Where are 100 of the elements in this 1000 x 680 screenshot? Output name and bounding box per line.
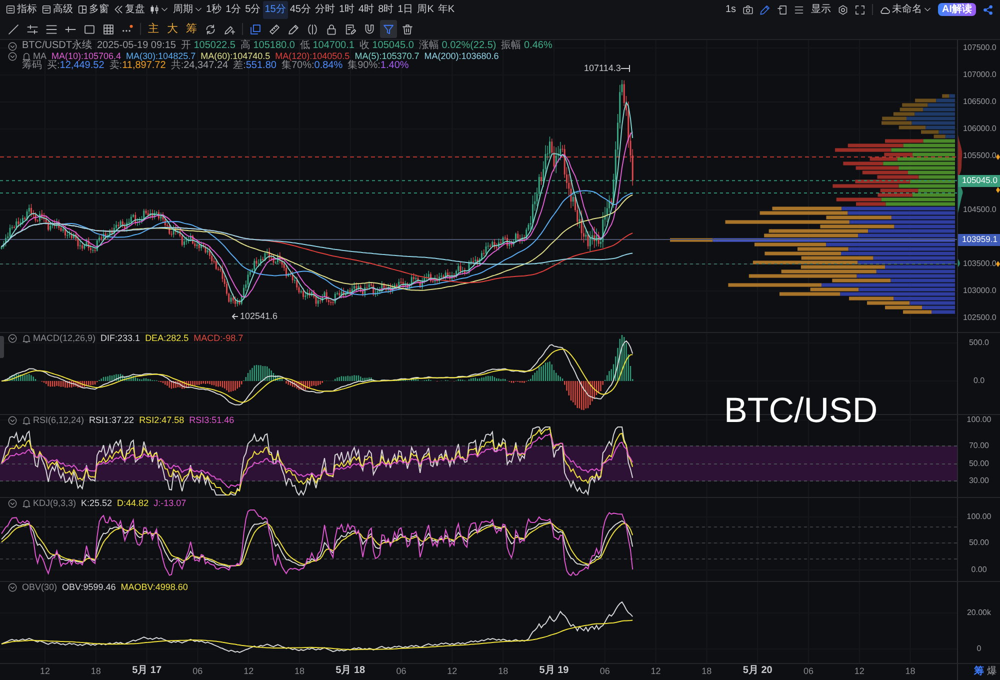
- indicator-value: D:44.82: [117, 498, 149, 508]
- time-label: 18: [294, 665, 304, 677]
- panel-icon: [6, 5, 15, 14]
- pencil-icon[interactable]: [760, 4, 770, 14]
- time-label: 5月 17: [132, 665, 162, 677]
- axis-label: 70.00: [968, 441, 990, 451]
- caret-icon: [161, 6, 168, 13]
- menu-button[interactable]: 指标: [6, 1, 37, 18]
- ma-value: MA(30):104825.7: [126, 51, 196, 61]
- note-edit-icon: [345, 24, 356, 34]
- ohlc-field: 低 104700.1: [300, 41, 354, 51]
- time-label: 18: [90, 665, 101, 677]
- chart-toggle[interactable]: 爆: [987, 666, 997, 678]
- time-label: 5月 18: [336, 665, 366, 677]
- dropdown-button[interactable]: 周期: [173, 1, 202, 18]
- price-tick: 105500.0: [963, 151, 996, 161]
- indicator-value: OBV:9599.46: [62, 582, 116, 592]
- bell-icon[interactable]: [22, 52, 31, 60]
- menu-button[interactable]: 复盘: [114, 1, 145, 18]
- ai-button[interactable]: AI解读: [938, 3, 976, 16]
- ohlc-field: 收 105045.0: [359, 41, 414, 51]
- double-chevron-icon: [114, 5, 123, 14]
- ohlc-field: 开 105022.5: [180, 41, 236, 51]
- collapse-icon[interactable]: [8, 582, 17, 592]
- rectangle-icon[interactable]: [84, 24, 95, 34]
- price-tick: 103500.0: [963, 259, 996, 269]
- indicator-title: KDJ(9,3,3): [33, 498, 76, 508]
- fullscreen-icon[interactable]: [855, 4, 865, 14]
- refresh-icon[interactable]: [205, 24, 216, 34]
- trash-icon: [402, 24, 413, 34]
- bar-time: 2025-05-19 09:15: [97, 41, 176, 51]
- pen-plus-icon[interactable]: [224, 24, 235, 34]
- period-tab[interactable]: 5分: [243, 0, 263, 18]
- time-label: 18: [702, 665, 712, 677]
- period-tab[interactable]: 45分: [288, 0, 313, 18]
- price-tag: 103959.1: [958, 234, 1000, 246]
- camera-icon[interactable]: [743, 4, 753, 14]
- axis-label: 50.00: [968, 538, 990, 548]
- chart-toggle[interactable]: 筹: [974, 666, 984, 678]
- overlay-toggle[interactable]: 大: [164, 20, 181, 38]
- period-tab[interactable]: 1日: [396, 0, 416, 18]
- overlay-toggle[interactable]: 筹: [183, 20, 200, 38]
- diamond-icon: [996, 261, 1000, 267]
- caret-icon: [924, 6, 931, 13]
- price-tick: 106500.0: [963, 97, 996, 107]
- display-button[interactable]: 显示: [811, 2, 831, 18]
- menu-button[interactable]: 高级: [42, 1, 73, 18]
- symbol-name: BTC/USDT永续: [22, 41, 92, 51]
- collapse-icon[interactable]: [8, 416, 17, 424]
- time-label: 12: [244, 665, 254, 677]
- time-label: 5月 19: [539, 665, 569, 677]
- axis-label: 20.00k: [966, 608, 992, 618]
- chip-stat: 集70%:0.84%: [281, 61, 343, 71]
- period-tab[interactable]: 1时: [336, 0, 356, 18]
- horizontal-line-icon[interactable]: [65, 24, 76, 34]
- share-icon[interactable]: [983, 4, 993, 14]
- ohlc-field: 振幅 0.46%: [501, 41, 552, 51]
- high-price-label: 107114.3: [584, 63, 621, 73]
- bell-icon[interactable]: [22, 498, 31, 508]
- collapse-handle[interactable]: [0, 336, 4, 358]
- time-label: 06: [192, 665, 203, 677]
- period-tab[interactable]: 1秒: [204, 0, 224, 18]
- more-icon[interactable]: [122, 24, 133, 34]
- period-tab[interactable]: 15分: [262, 0, 288, 18]
- magnet-icon: [364, 24, 375, 34]
- table-icon[interactable]: [103, 24, 114, 34]
- axis-label: 100.00: [966, 512, 992, 522]
- diamond-icon: [996, 187, 1000, 193]
- period-tab[interactable]: 8时: [376, 0, 396, 18]
- list-icon[interactable]: [794, 4, 804, 14]
- menu-button[interactable]: 多窗: [78, 1, 109, 18]
- chip-stat: 买:12,449.52: [47, 61, 104, 71]
- interval-button[interactable]: 1s: [725, 2, 736, 18]
- indicator-value: DEA:282.5: [145, 333, 189, 343]
- frame-plus-icon[interactable]: [777, 4, 787, 14]
- period-tab[interactable]: 周K: [415, 0, 436, 18]
- bell-icon[interactable]: [22, 416, 31, 424]
- overlay-toggle[interactable]: 主: [145, 20, 162, 38]
- collapse-icon[interactable]: [8, 52, 17, 60]
- indicator-value: RSI1:37.22: [89, 415, 134, 425]
- collapse-icon[interactable]: [8, 334, 17, 342]
- bell-icon[interactable]: [22, 334, 31, 342]
- axis-label: 30.00: [968, 476, 990, 486]
- settings-icon[interactable]: [838, 4, 848, 14]
- period-tab[interactable]: 1分: [224, 0, 244, 18]
- diamond-icon: [996, 154, 1000, 160]
- leader-line-icon: [620, 64, 630, 72]
- horizontal-lines-icon[interactable]: [46, 24, 57, 34]
- indicator-title: MA: [33, 51, 46, 61]
- period-tab[interactable]: 年K: [436, 0, 457, 18]
- layout-dropdown[interactable]: 未命名: [880, 2, 931, 18]
- period-tab[interactable]: 4时: [356, 0, 376, 18]
- parallel-lines-icon[interactable]: [27, 24, 38, 34]
- period-tab[interactable]: 分时: [312, 0, 337, 18]
- collapse-icon[interactable]: [8, 42, 17, 50]
- ma-value: MA(10):105706.4: [52, 51, 122, 61]
- indicator-title: OBV(30): [22, 582, 58, 592]
- collapse-icon[interactable]: [8, 498, 17, 508]
- diagonal-line-icon[interactable]: [8, 24, 19, 34]
- price-tick: 107500.0: [963, 43, 996, 53]
